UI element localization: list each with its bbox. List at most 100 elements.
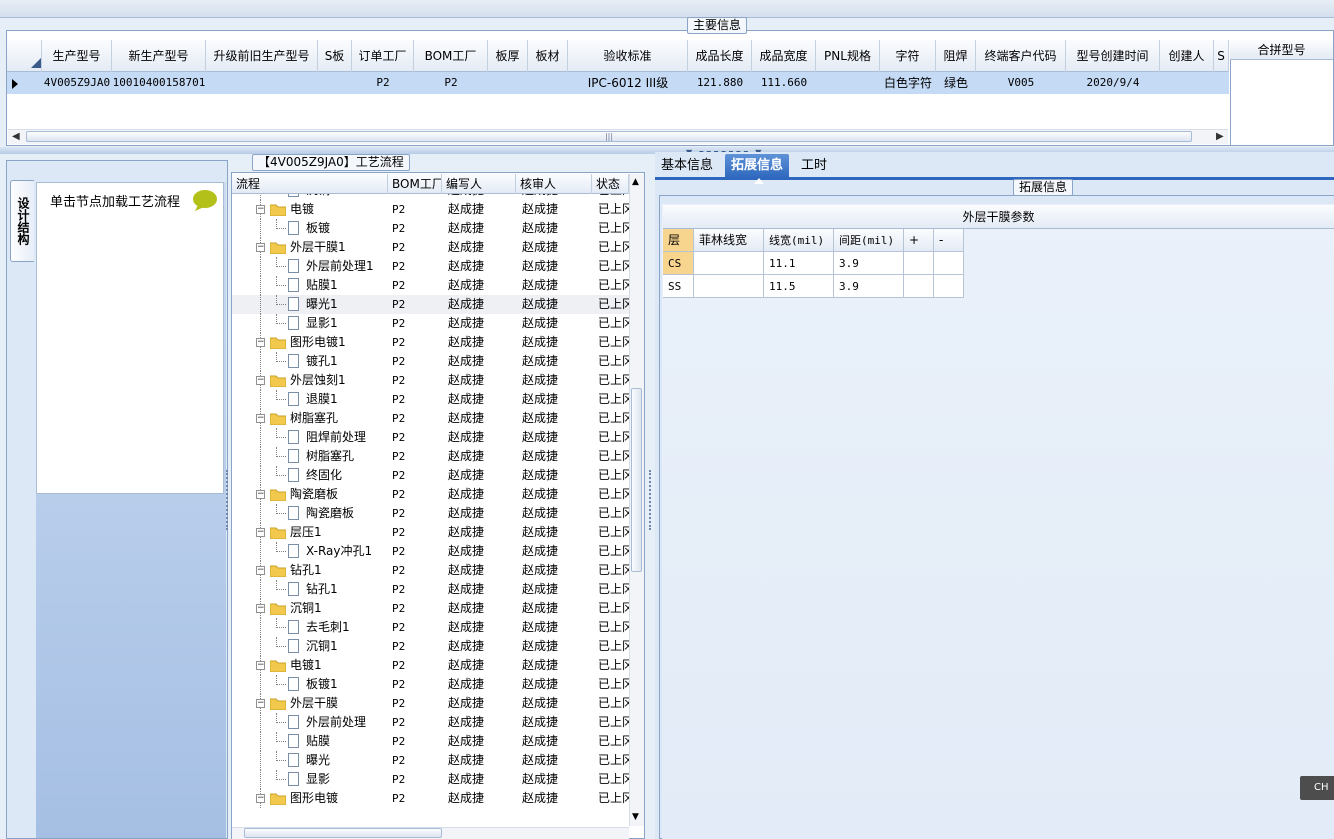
tree-col-header[interactable]: 状态 <box>592 174 629 194</box>
scroll-down-icon[interactable]: ▼ <box>632 812 639 822</box>
param-cell[interactable] <box>694 275 764 298</box>
main-col-header[interactable]: 成品宽度 <box>752 40 816 72</box>
tree-col-header[interactable]: BOM工厂 <box>388 174 442 194</box>
param-cell[interactable]: 3.9 <box>834 252 904 275</box>
tree-row[interactable]: − 钻孔1 P2 赵成捷 赵成捷 已上冈 <box>232 561 629 580</box>
expander-minus-icon[interactable]: − <box>256 661 265 670</box>
param-cell[interactable]: 11.5 <box>764 275 834 298</box>
expander-minus-icon[interactable]: − <box>256 205 265 214</box>
main-grid-hscroll-thumb[interactable]: ||| <box>26 131 1192 142</box>
tree-row[interactable]: − 陶瓷磨板 P2 赵成捷 赵成捷 已上冈 <box>232 485 629 504</box>
hejin-header[interactable]: 合拼型号 <box>1230 40 1333 60</box>
param-col-header[interactable]: 线宽(mil) <box>764 229 834 252</box>
tree-row[interactable]: 板镀1 P2 赵成捷 赵成捷 已上冈 <box>232 675 629 694</box>
param-col-header[interactable]: + <box>904 229 934 252</box>
main-col-header[interactable]: 板厚 <box>488 40 528 72</box>
param-col-header[interactable]: - <box>934 229 964 252</box>
tab-work-hours[interactable]: 工时 <box>795 154 833 178</box>
main-col-header[interactable]: 升级前旧生产型号 <box>206 40 318 72</box>
main-col-header[interactable]: S板 <box>318 40 352 72</box>
expander-minus-icon[interactable]: − <box>256 243 265 252</box>
param-col-header[interactable]: 层 <box>663 229 694 252</box>
tree-row[interactable]: − 外层干膜1 P2 赵成捷 赵成捷 已上冈 <box>232 238 629 257</box>
main-col-header[interactable]: 阻焊 <box>936 40 976 72</box>
param-col-header[interactable]: 间距(mil) <box>834 229 904 252</box>
param-cell[interactable] <box>904 275 934 298</box>
main-col-header[interactable]: 订单工厂 <box>352 40 414 72</box>
tree-row[interactable]: − 外层干膜 P2 赵成捷 赵成捷 已上冈 <box>232 694 629 713</box>
document-icon <box>288 392 299 406</box>
tree-col-header[interactable]: 核审人 <box>516 174 592 194</box>
tree-row[interactable]: 沉铜1 P2 赵成捷 赵成捷 已上冈 <box>232 637 629 656</box>
param-cell[interactable]: 3.9 <box>834 275 904 298</box>
tree-row[interactable]: − 图形电镀 P2 赵成捷 赵成捷 已上冈 <box>232 789 629 808</box>
process-tree-hscroll-thumb[interactable] <box>244 828 442 838</box>
param-cell[interactable]: 11.1 <box>764 252 834 275</box>
tree-row[interactable]: 曝光 P2 赵成捷 赵成捷 已上冈 <box>232 751 629 770</box>
main-col-header[interactable]: 创建人 <box>1160 40 1214 72</box>
expander-minus-icon[interactable]: − <box>256 376 265 385</box>
tree-row[interactable]: 板镀 P2 赵成捷 赵成捷 已上冈 <box>232 219 629 238</box>
corner-badge[interactable]: CH <box>1300 776 1334 800</box>
scroll-right-icon[interactable]: ▶ <box>1216 131 1224 142</box>
tree-row[interactable]: 外层前处理 P2 赵成捷 赵成捷 已上冈 <box>232 713 629 732</box>
tree-row[interactable]: 贴膜 P2 赵成捷 赵成捷 已上冈 <box>232 732 629 751</box>
tree-row[interactable]: − 外层蚀刻1 P2 赵成捷 赵成捷 已上冈 <box>232 371 629 390</box>
tree-row[interactable]: 镀孔1 P2 赵成捷 赵成捷 已上冈 <box>232 352 629 371</box>
tree-row[interactable]: 显影 P2 赵成捷 赵成捷 已上冈 <box>232 770 629 789</box>
main-col-header[interactable]: 生产型号 <box>42 40 112 72</box>
expander-minus-icon[interactable]: − <box>256 699 265 708</box>
tree-row[interactable]: 外层前处理1 P2 赵成捷 赵成捷 已上冈 <box>232 257 629 276</box>
param-cell[interactable]: SS <box>663 275 694 298</box>
tree-row[interactable]: − 树脂塞孔 P2 赵成捷 赵成捷 已上冈 <box>232 409 629 428</box>
tree-col-header[interactable]: 流程 <box>232 174 388 194</box>
tree-row[interactable]: − 层压1 P2 赵成捷 赵成捷 已上冈 <box>232 523 629 542</box>
tree-row[interactable]: 去毛刺1 P2 赵成捷 赵成捷 已上冈 <box>232 618 629 637</box>
tab-basic-info[interactable]: 基本信息 <box>655 154 719 178</box>
scroll-up-icon[interactable]: ▲ <box>632 177 639 187</box>
param-cell[interactable] <box>904 252 934 275</box>
expander-minus-icon[interactable]: − <box>256 338 265 347</box>
tree-row[interactable]: − 沉铜1 P2 赵成捷 赵成捷 已上冈 <box>232 599 629 618</box>
tree-col-header[interactable]: 编写人 <box>442 174 516 194</box>
main-col-header[interactable]: 成品长度 <box>688 40 752 72</box>
param-cell[interactable] <box>694 252 764 275</box>
tree-row[interactable]: 陶瓷磨板 P2 赵成捷 赵成捷 已上冈 <box>232 504 629 523</box>
tree-row[interactable]: 退膜1 P2 赵成捷 赵成捷 已上冈 <box>232 390 629 409</box>
main-col-header[interactable]: 板材 <box>528 40 568 72</box>
scroll-left-icon[interactable]: ◀ <box>12 131 20 142</box>
main-col-header[interactable]: 终端客户代码 <box>976 40 1066 72</box>
expander-minus-icon[interactable]: − <box>256 490 265 499</box>
tree-row[interactable]: − 图形电镀1 P2 赵成捷 赵成捷 已上冈 <box>232 333 629 352</box>
expander-minus-icon[interactable]: − <box>256 528 265 537</box>
side-tab-structure[interactable]: 设计结构 <box>10 180 34 262</box>
main-col-header[interactable]: 验收标准 <box>568 40 688 72</box>
param-cell[interactable] <box>934 252 964 275</box>
main-col-header[interactable]: BOM工厂 <box>414 40 488 72</box>
param-cell[interactable] <box>934 275 964 298</box>
main-col-header[interactable]: 字符 <box>880 40 936 72</box>
process-tree-vscroll-thumb[interactable] <box>631 388 642 572</box>
expander-minus-icon[interactable]: − <box>256 794 265 803</box>
tree-row[interactable]: − 电镀 P2 赵成捷 赵成捷 已上冈 <box>232 200 629 219</box>
tree-row[interactable]: 终固化 P2 赵成捷 赵成捷 已上冈 <box>232 466 629 485</box>
tree-row[interactable]: 显影1 P2 赵成捷 赵成捷 已上冈 <box>232 314 629 333</box>
param-col-header[interactable]: 菲林线宽 <box>694 229 764 252</box>
main-col-header[interactable]: S <box>1214 40 1229 72</box>
main-col-header[interactable]: 型号创建时间 <box>1066 40 1160 72</box>
expander-minus-icon[interactable]: − <box>256 604 265 613</box>
main-col-header[interactable]: 新生产型号 <box>112 40 206 72</box>
tree-row[interactable]: 曝光1 P2 赵成捷 赵成捷 已上冈 <box>232 295 629 314</box>
tree-row[interactable]: 贴膜1 P2 赵成捷 赵成捷 已上冈 <box>232 276 629 295</box>
tree-row[interactable]: 树脂塞孔 P2 赵成捷 赵成捷 已上冈 <box>232 447 629 466</box>
right-splitter-grip[interactable] <box>649 470 653 530</box>
param-cell[interactable]: CS <box>663 252 694 275</box>
expander-minus-icon[interactable]: − <box>256 414 265 423</box>
tree-row[interactable]: 钻孔1 P2 赵成捷 赵成捷 已上冈 <box>232 580 629 599</box>
tree-row[interactable]: X-Ray冲孔1 P2 赵成捷 赵成捷 已上冈 <box>232 542 629 561</box>
tree-row[interactable]: 阻焊前处理 P2 赵成捷 赵成捷 已上冈 <box>232 428 629 447</box>
left-splitter-grip[interactable] <box>226 470 230 530</box>
tree-row[interactable]: − 电镀1 P2 赵成捷 赵成捷 已上冈 <box>232 656 629 675</box>
main-col-header[interactable]: PNL规格 <box>816 40 880 72</box>
expander-minus-icon[interactable]: − <box>256 566 265 575</box>
